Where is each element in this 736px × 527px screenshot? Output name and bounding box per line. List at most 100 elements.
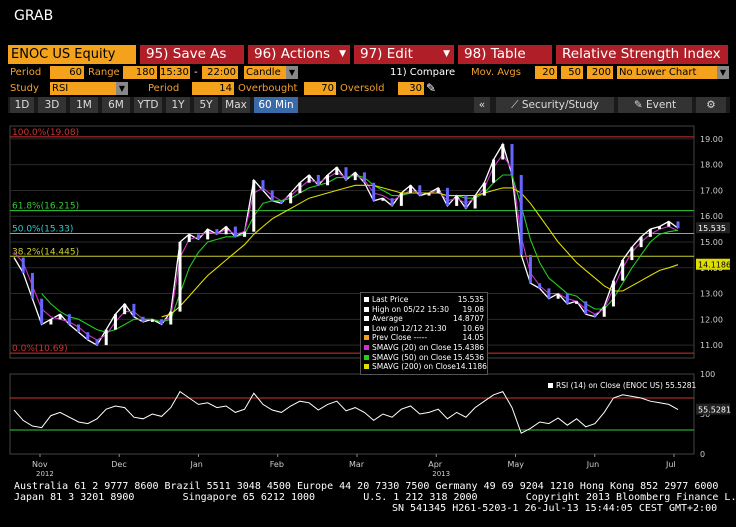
tab-3d[interactable]: 3D xyxy=(38,97,66,113)
overbought-input[interactable]: 70 xyxy=(304,82,336,95)
security-study-tab[interactable]: ⟋ Security/Study xyxy=(496,97,614,113)
ticker-field[interactable]: ENOC US Equity xyxy=(8,45,136,64)
legend-label: Prev Close ----- xyxy=(364,333,427,343)
range-input[interactable]: 180 xyxy=(123,66,157,79)
tab-5y[interactable]: 5Y xyxy=(194,97,218,113)
candle-mark xyxy=(409,185,413,194)
tab-1m[interactable]: 1M xyxy=(70,97,98,113)
compare-button[interactable]: 11) Compare xyxy=(390,65,455,80)
tab-6m[interactable]: 6M xyxy=(102,97,130,113)
legend-row: Prev Close ----- 14.05 xyxy=(364,333,484,343)
candle-mark xyxy=(445,187,449,206)
rsi-period-input[interactable]: 14 xyxy=(192,82,234,95)
security-study-label: Security/Study xyxy=(521,99,599,111)
candle-mark xyxy=(528,254,532,284)
candle-mark xyxy=(289,193,293,204)
candle-mark xyxy=(390,198,394,206)
candle-mark xyxy=(30,272,34,299)
price-tag-label: 14.1186 xyxy=(698,261,731,270)
table-label: Table xyxy=(490,46,526,62)
time-to-input[interactable]: 22:00 xyxy=(202,66,238,79)
rsi-legend-row: RSI (14) on Close (ENOC US) 55.5281 xyxy=(548,381,696,391)
candle-mark xyxy=(206,229,210,240)
tab-ytd[interactable]: YTD xyxy=(134,97,162,113)
time-separator: - xyxy=(194,67,198,78)
settings-button[interactable]: ⚙ xyxy=(696,97,726,113)
legend-label: SMAVG (50) on Close xyxy=(364,353,451,363)
save-as-button[interactable]: 95) Save As xyxy=(140,45,244,64)
candle-mark xyxy=(49,319,53,325)
tab-1d[interactable]: 1D xyxy=(10,97,34,113)
params-row-1: Period 60 Range 180 15:30 - 22:00 Candle… xyxy=(8,65,730,80)
candle-mark xyxy=(621,260,625,281)
price-legend: Last Price 15.535 High on 05/22 15:30 19.08… xyxy=(360,292,488,375)
event-tab[interactable]: ✎ Event xyxy=(618,97,692,113)
candle-mark xyxy=(335,167,339,175)
period-input[interactable]: 60 xyxy=(50,66,84,79)
candle-mark xyxy=(187,234,191,242)
legend-row: Low on 12/12 21:30 10.69 xyxy=(364,324,484,334)
actions-button[interactable]: 96) Actions ▼ xyxy=(248,45,350,64)
x-year-label: 2012 xyxy=(36,470,54,478)
legend-swatch xyxy=(364,306,369,312)
legend-value: 15.4536 xyxy=(452,352,484,362)
time-from-input[interactable]: 15:30 xyxy=(160,66,190,79)
ma3-input[interactable]: 200 xyxy=(587,66,613,79)
footer-line-1: Australia 61 2 9777 8600 Brazil 5511 304… xyxy=(14,481,719,492)
price-y-tick-label: 13.00 xyxy=(700,290,723,299)
legend-value: 14.8707 xyxy=(452,314,484,324)
edit-num: 97) xyxy=(360,46,383,62)
price-y-tick-label: 11.00 xyxy=(700,341,723,350)
period-label: Period xyxy=(10,67,42,78)
candle-mark xyxy=(243,231,247,237)
chart-type-dropdown-icon[interactable]: ▼ xyxy=(286,66,298,79)
legend-value: 15.535 xyxy=(457,295,484,304)
legend-swatch xyxy=(364,354,369,360)
study-dropdown-icon[interactable]: ▼ xyxy=(116,82,128,95)
study-select[interactable]: RSI xyxy=(50,82,116,95)
ma1-input[interactable]: 20 xyxy=(535,66,557,79)
overbought-label: Overbought xyxy=(238,83,298,94)
ma2-input[interactable]: 50 xyxy=(561,66,583,79)
tab-60min[interactable]: 60 Min xyxy=(254,97,298,113)
candle-mark xyxy=(676,221,680,229)
event-label: Event xyxy=(646,99,677,111)
lower-chart-dropdown-icon[interactable]: ▼ xyxy=(717,66,729,79)
candle-mark xyxy=(372,182,376,201)
fib-level-label: 100.0%(19.08) xyxy=(12,128,79,138)
candle-mark xyxy=(658,226,662,230)
candle-mark xyxy=(252,180,256,232)
x-year-label: 2013 xyxy=(432,470,450,478)
pencil-icon[interactable]: ✎ xyxy=(426,81,436,96)
candle-mark xyxy=(307,174,311,183)
oversold-label: Oversold xyxy=(340,83,385,94)
candle-mark xyxy=(77,324,81,333)
legend-swatch xyxy=(364,316,369,322)
candle-mark xyxy=(648,229,652,237)
candle-mark xyxy=(316,174,320,186)
edit-label: Edit xyxy=(386,46,413,62)
oversold-input[interactable]: 30 xyxy=(398,82,424,95)
legend-label: Low on 12/12 21:30 xyxy=(364,324,447,334)
actions-num: 96) xyxy=(254,46,277,62)
x-tick-label: Dec xyxy=(111,460,126,469)
chart-type-select[interactable]: Candle xyxy=(244,66,286,79)
lower-chart-select[interactable]: No Lower Chart xyxy=(617,66,717,79)
collapse-button[interactable]: « xyxy=(474,97,490,113)
edit-button[interactable]: 97) Edit ▼ xyxy=(354,45,454,64)
tab-max[interactable]: Max xyxy=(222,97,250,113)
study-label: Study xyxy=(10,83,39,94)
rsi-period-label: Period xyxy=(148,83,180,94)
x-tick-label: Jan xyxy=(190,460,203,469)
legend-swatch xyxy=(364,325,369,331)
x-tick-label: Nov xyxy=(32,460,48,469)
params-row-2: Study RSI ▼ Period 14 Overbought 70 Over… xyxy=(8,81,730,96)
x-tick-label: Jul xyxy=(665,460,676,469)
candle-mark xyxy=(150,319,154,322)
actions-label: Actions xyxy=(280,46,331,62)
trend-icon: ⟋ xyxy=(511,99,519,111)
tab-1y[interactable]: 1Y xyxy=(166,97,190,113)
candle-mark xyxy=(381,198,385,201)
table-button[interactable]: 98) Table xyxy=(458,45,552,64)
candle-mark xyxy=(169,311,173,325)
